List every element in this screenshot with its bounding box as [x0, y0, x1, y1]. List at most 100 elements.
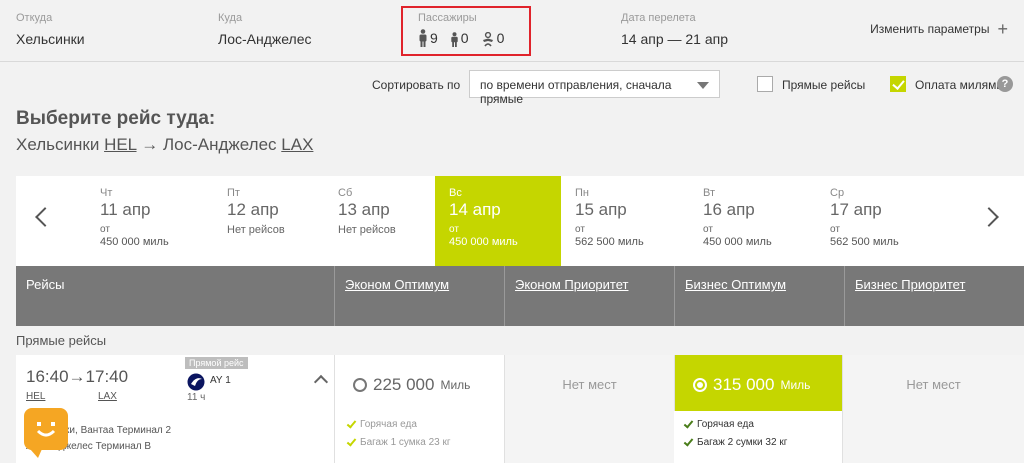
date-day: 11 апр — [100, 200, 151, 219]
date-no-flights: Нет рейсов — [227, 224, 285, 236]
date-from-label: от — [100, 224, 110, 235]
flight-airports: HEL LAX — [26, 391, 166, 402]
date-day: 16 апр — [703, 200, 755, 219]
adults-count: 9 — [430, 30, 438, 46]
checkmark-icon — [683, 435, 694, 447]
fare-radio-selected[interactable] — [693, 378, 707, 392]
date-option-selected[interactable]: Вс 14 апр от 450 000 миль — [435, 176, 561, 266]
fare-table-header: Рейсы Эконом Оптимум Эконом Приоритет Би… — [16, 266, 1024, 326]
perk-label: Горячая еда — [697, 419, 754, 430]
from-field[interactable]: Откуда Хельсинки — [16, 12, 85, 48]
search-summary-bar: Откуда Хельсинки Куда Лос-Анджелес Пасса… — [0, 0, 1024, 62]
fare-business-optimum-selected[interactable]: 315 000 Миль — [674, 355, 842, 411]
from-label: Откуда — [16, 12, 53, 24]
col-business-optimum[interactable]: Бизнес Оптимум — [674, 266, 844, 326]
date-no-flights: Нет рейсов — [338, 224, 396, 236]
date-weekday: Вс — [449, 187, 462, 199]
perk-hot-meal: Горячая еда — [346, 417, 417, 430]
date-label: Дата перелета — [621, 12, 696, 24]
date-option[interactable]: Ср 17 апр от 562 500 миль — [816, 176, 944, 266]
flight-row: 16:40→17:40 HEL LAX Прямой рейс AY 1 11 … — [16, 355, 1024, 463]
date-day: 15 апр — [575, 200, 627, 219]
col-economy-optimum-label[interactable]: Эконом Оптимум — [345, 277, 449, 292]
perk-label: Багаж 1 сумка 23 кг — [360, 437, 451, 448]
route-to-code[interactable]: LAX — [281, 135, 313, 154]
date-field[interactable]: Дата перелета 14 апр — 21 апр — [621, 12, 728, 48]
col-economy-priority-label[interactable]: Эконом Приоритет — [515, 277, 628, 292]
section-direct-flights: Прямые рейсы — [16, 333, 107, 348]
dropdown-arrow-icon — [697, 82, 709, 89]
fare-miles-unit: Миль — [780, 378, 811, 392]
to-label: Куда — [218, 12, 243, 24]
sort-select[interactable]: по времени отправления, сначала прямые — [469, 70, 720, 106]
children-count: 0 — [460, 30, 469, 46]
direct-flights-label[interactable]: Прямые рейсы — [782, 78, 865, 92]
prev-dates-chevron-left-icon[interactable] — [35, 207, 55, 227]
to-field[interactable]: Куда Лос-Анджелес — [218, 12, 312, 48]
next-dates-chevron-right-icon[interactable] — [979, 207, 999, 227]
arrival-time: 17:40 — [85, 367, 129, 386]
date-option[interactable]: Пт 12 апр Нет рейсов — [213, 176, 326, 266]
date-weekday: Сб — [338, 187, 353, 199]
date-from-label: от — [449, 224, 459, 235]
col-business-priority[interactable]: Бизнес Приоритет — [844, 266, 1024, 326]
col-economy-priority[interactable]: Эконом Приоритет — [504, 266, 674, 326]
to-value: Лос-Анджелес — [218, 31, 312, 47]
date-day: 14 апр — [449, 200, 501, 219]
date-price: 450 000 миль — [703, 236, 772, 248]
date-weekday: Ср — [830, 187, 845, 199]
infant-icon — [481, 29, 495, 47]
checkmark-icon — [346, 417, 357, 429]
collapse-chevron-up-icon[interactable] — [313, 374, 329, 390]
perk-label: Горячая еда — [360, 419, 417, 430]
smiley-icon — [36, 422, 56, 437]
date-price: 562 500 миль — [575, 236, 644, 248]
fare-economy-optimum[interactable]: 225 000 Миль Горячая еда Багаж 1 сумка 2… — [334, 355, 504, 463]
plus-icon: + — [997, 19, 1008, 39]
pay-with-miles-label[interactable]: Оплата милями — [915, 78, 1003, 92]
perk-baggage: Багаж 1 сумка 23 кг — [346, 435, 451, 448]
fare-radio[interactable] — [353, 378, 367, 392]
date-weekday: Чт — [100, 187, 113, 199]
col-business-optimum-label[interactable]: Бизнес Оптимум — [685, 277, 786, 292]
date-price: 562 500 миль — [830, 236, 899, 248]
pay-with-miles-checkbox[interactable] — [890, 76, 906, 92]
col-business-priority-label[interactable]: Бизнес Приоритет — [855, 277, 965, 292]
date-option[interactable]: Вт 16 апр от 450 000 миль — [689, 176, 817, 266]
date-option[interactable]: Сб 13 апр Нет рейсов — [324, 176, 437, 266]
perk-label: Багаж 2 сумки 32 кг — [697, 437, 788, 448]
direct-flights-checkbox[interactable] — [757, 76, 773, 92]
route-arrow-icon: → — [141, 135, 159, 154]
infants-count: 0 — [496, 30, 505, 46]
date-day: 13 апр — [338, 200, 390, 219]
date-option[interactable]: Чт 11 апр от 450 000 миль — [86, 176, 199, 266]
chat-widget-button[interactable] — [24, 408, 68, 458]
route-from-code[interactable]: HEL — [104, 135, 136, 154]
departure-time: 16:40 — [26, 367, 69, 386]
help-icon[interactable]: ? — [997, 76, 1013, 92]
child-icon — [450, 29, 459, 47]
sort-filter-row: Сортировать по по времени отправления, с… — [0, 68, 1024, 106]
page-title: Выберите рейс туда: — [16, 108, 216, 129]
passengers-field[interactable]: Пассажиры 9 0 0 — [418, 12, 516, 47]
date-value: 14 апр — 21 апр — [621, 31, 729, 47]
fare-business-priority: Нет мест — [842, 355, 1024, 463]
date-from-label: от — [830, 224, 840, 235]
date-carousel: Чт 11 апр от 450 000 миль Пт 12 апр Нет … — [16, 176, 1024, 266]
sort-selected-value: по времени отправления, сначала прямые — [480, 78, 672, 106]
col-economy-optimum[interactable]: Эконом Оптимум — [334, 266, 504, 326]
change-params-button[interactable]: Изменить параметры + — [870, 19, 1008, 39]
flight-duration: 11 ч — [187, 392, 206, 403]
date-weekday: Пн — [575, 187, 589, 199]
route-from-city: Хельсинки — [16, 135, 100, 154]
route-line: Хельсинки HEL → Лос-Анджелес LAX — [16, 135, 313, 155]
arrival-code[interactable]: LAX — [98, 391, 117, 402]
from-value: Хельсинки — [16, 31, 85, 47]
date-price: 450 000 миль — [100, 236, 169, 248]
date-option[interactable]: Пн 15 апр от 562 500 миль — [561, 176, 689, 266]
adult-icon — [418, 29, 428, 47]
date-from-label: от — [703, 224, 713, 235]
fare-unavailable: Нет мест — [562, 377, 617, 392]
flight-number: AY 1 — [210, 375, 231, 386]
departure-code[interactable]: HEL — [26, 391, 45, 402]
